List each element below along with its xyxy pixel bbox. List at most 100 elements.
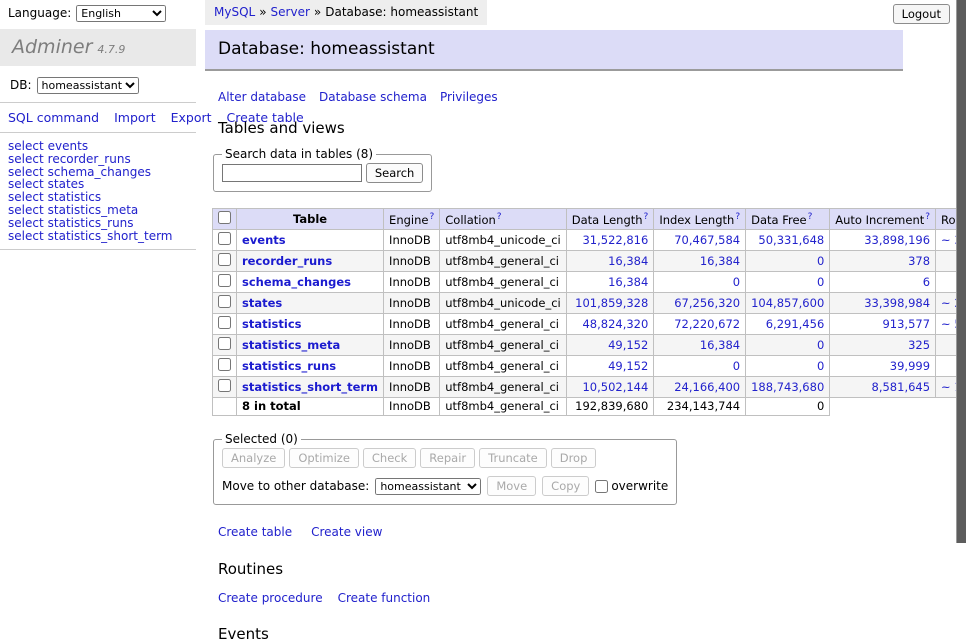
table-name-cell: events — [237, 230, 384, 251]
table-name-link[interactable]: statistics_short_term — [242, 380, 378, 394]
data-free-cell: 0 — [746, 251, 830, 272]
help-link[interactable]: ? — [925, 212, 930, 222]
sidebar-action-link[interactable]: SQL command — [8, 110, 99, 125]
help-link[interactable]: ? — [644, 212, 649, 222]
collation-cell: utf8mb4_general_ci — [440, 377, 567, 398]
data-free-cell: 50,331,648 — [746, 230, 830, 251]
routines-links: Create procedure Create function — [218, 591, 905, 605]
table-row: statistics_meta InnoDB utf8mb4_general_c… — [213, 335, 966, 356]
row-checkbox[interactable] — [218, 232, 231, 245]
bulk-action-button[interactable]: Analyze — [222, 448, 285, 468]
move-db-select[interactable]: homeassistant — [375, 478, 481, 495]
select-all-checkbox[interactable] — [218, 211, 231, 224]
collation-cell: utf8mb4_general_ci — [440, 335, 567, 356]
auto-increment-cell: 913,577 — [830, 314, 936, 335]
select-link[interactable]: select — [8, 203, 44, 217]
db-select[interactable]: homeassistant — [37, 77, 139, 94]
create-link[interactable]: Create view — [311, 525, 382, 539]
bulk-action-button[interactable]: Drop — [551, 448, 597, 468]
sidebar: Adminer 4.7.9 DB:homeassistant SQL comman… — [0, 29, 196, 257]
help-link[interactable]: ? — [429, 212, 434, 222]
row-checkbox-cell — [213, 230, 237, 251]
table-row: statistics InnoDB utf8mb4_general_ci 48,… — [213, 314, 966, 335]
search-input[interactable] — [222, 164, 362, 182]
help-link[interactable]: ? — [735, 212, 740, 222]
row-checkbox-cell — [213, 251, 237, 272]
divider — [0, 132, 196, 133]
table-name-cell: statistics_meta — [237, 335, 384, 356]
routine-create-link[interactable]: Create procedure — [218, 591, 323, 605]
sidebar-table-list: selectevents selectrecorder_runs selects… — [8, 140, 188, 242]
table-name-link[interactable]: states — [242, 296, 282, 310]
auto-increment-cell: 39,999 — [830, 356, 936, 377]
bulk-action-button[interactable]: Optimize — [289, 448, 359, 468]
data-length-cell: 48,824,320 — [566, 314, 654, 335]
engine-cell: InnoDB — [384, 356, 440, 377]
search-button[interactable]: Search — [366, 163, 424, 183]
data-length-cell: 49,152 — [566, 335, 654, 356]
table-name-link[interactable]: statistics — [242, 317, 302, 331]
bulk-action-button[interactable]: Check — [363, 448, 416, 468]
database-nav-link[interactable]: Database schema — [319, 90, 427, 104]
row-checkbox[interactable] — [218, 253, 231, 266]
column-header: Data Free? — [746, 209, 830, 230]
column-header: Data Length? — [566, 209, 654, 230]
index-length-cell: 72,220,672 — [654, 314, 746, 335]
row-checkbox[interactable] — [218, 337, 231, 350]
database-nav-link[interactable]: Privileges — [440, 90, 498, 104]
index-length-cell: 67,256,320 — [654, 293, 746, 314]
collation-cell: utf8mb4_general_ci — [440, 251, 567, 272]
table-name-link[interactable]: events — [242, 233, 286, 247]
select-link[interactable]: select — [8, 152, 44, 166]
data-free-cell: 104,857,600 — [746, 293, 830, 314]
bulk-action-button[interactable]: Truncate — [479, 448, 547, 468]
data-free-cell: 6,291,456 — [746, 314, 830, 335]
table-name-link[interactable]: recorder_runs — [242, 254, 332, 268]
table-row: statistics_runs InnoDB utf8mb4_general_c… — [213, 356, 966, 377]
table-list-item: select statistics_short_term — [8, 230, 188, 243]
move-copy-button[interactable]: Move — [487, 476, 536, 496]
table-name-link[interactable]: statistics_runs — [242, 359, 336, 373]
row-checkbox[interactable] — [218, 295, 231, 308]
bulk-action-button[interactable]: Repair — [420, 448, 475, 468]
data-free-cell: 0 — [746, 356, 830, 377]
select-link[interactable]: select — [8, 216, 44, 230]
auto-increment-cell: 325 — [830, 335, 936, 356]
select-link[interactable]: select — [8, 139, 44, 153]
total-label-cell: 8 in total — [237, 398, 384, 416]
routines-heading: Routines — [218, 560, 905, 578]
row-checkbox[interactable] — [218, 358, 231, 371]
column-header: Index Length? — [654, 209, 746, 230]
row-checkbox[interactable] — [218, 316, 231, 329]
db-selector-row: DB:homeassistant — [10, 77, 186, 94]
help-link[interactable]: ? — [497, 212, 502, 222]
engine-cell: InnoDB — [384, 251, 440, 272]
table-name-link[interactable]: schema_changes — [242, 275, 351, 289]
row-checkbox[interactable] — [218, 274, 231, 287]
index-length-cell: 16,384 — [654, 251, 746, 272]
index-length-cell: 70,467,584 — [654, 230, 746, 251]
routine-create-link[interactable]: Create function — [338, 591, 431, 605]
bulk-actions: AnalyzeOptimizeCheckRepairTruncateDrop — [222, 448, 668, 468]
help-link[interactable]: ? — [808, 212, 813, 222]
selected-legend: Selected (0) — [222, 432, 301, 446]
app-version: 4.7.9 — [97, 43, 125, 56]
move-copy-button[interactable]: Copy — [542, 476, 589, 496]
table-name-cell: statistics_runs — [237, 356, 384, 377]
select-link[interactable]: select — [8, 229, 44, 243]
app-name: Adminer — [12, 36, 92, 58]
language-select[interactable]: English — [76, 5, 166, 22]
table-name-link[interactable]: statistics_short_term — [48, 229, 173, 243]
overwrite-checkbox[interactable] — [595, 480, 608, 493]
breadcrumb-link[interactable]: Server — [271, 5, 310, 19]
table-row: statistics_short_term InnoDB utf8mb4_gen… — [213, 377, 966, 398]
breadcrumb-link[interactable]: MySQL — [214, 5, 255, 19]
data-length-cell: 10,502,144 — [566, 377, 654, 398]
engine-cell: InnoDB — [384, 272, 440, 293]
row-checkbox[interactable] — [218, 379, 231, 392]
scrollbar[interactable] — [956, 0, 966, 543]
create-link[interactable]: Create table — [218, 525, 292, 539]
database-nav-link[interactable]: Alter database — [218, 90, 306, 104]
sidebar-action-link[interactable]: Import — [114, 110, 156, 125]
table-name-link[interactable]: statistics_meta — [242, 338, 340, 352]
